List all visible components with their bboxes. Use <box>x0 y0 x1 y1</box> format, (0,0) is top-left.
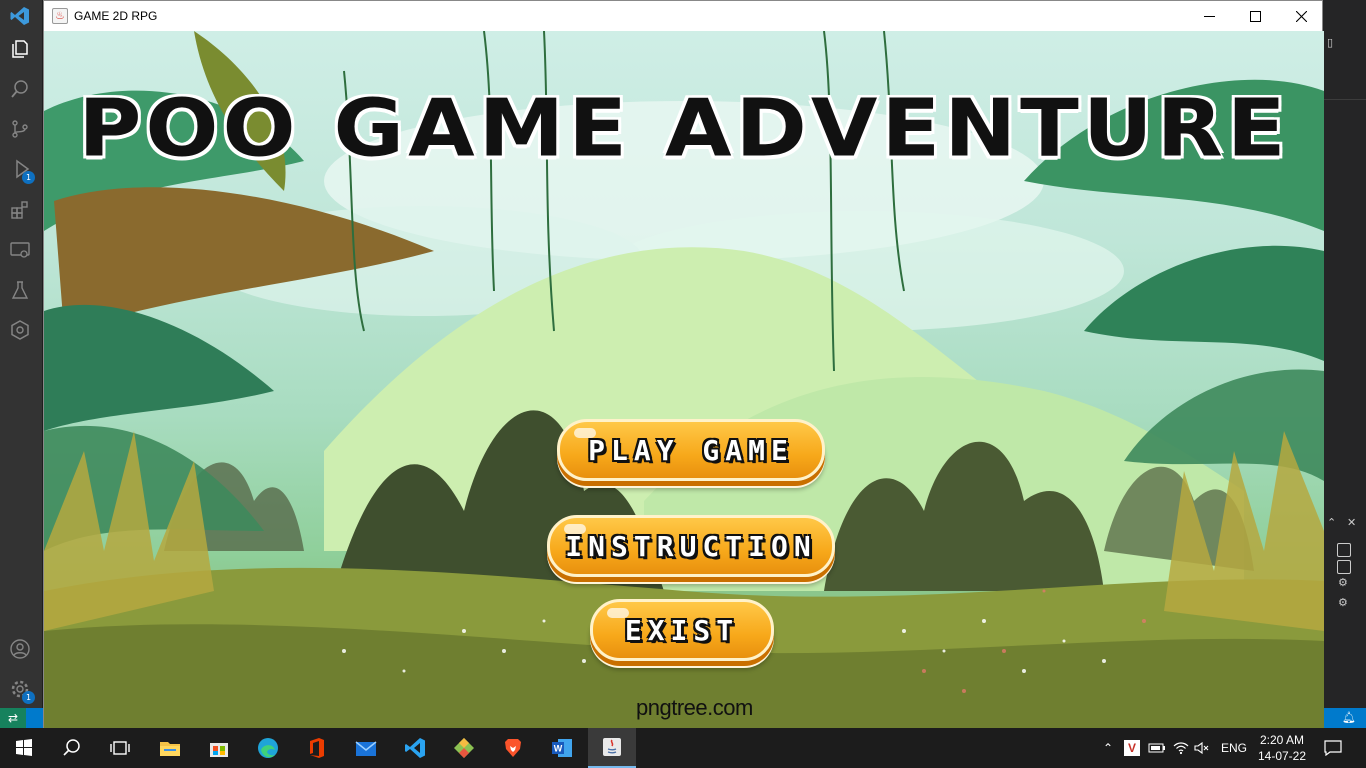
chevron-up-icon[interactable]: ⌃ <box>1327 516 1336 529</box>
exit-button[interactable]: EXIST <box>590 599 774 661</box>
edge-icon <box>258 738 278 758</box>
taskbar: W ⌃ V ENG 2:20 AM 14-07-22 <box>0 728 1366 768</box>
vscode-activity-bar: 1 1 <box>0 0 42 708</box>
play-game-label: PLAY GAME <box>588 433 794 467</box>
close-icon <box>1295 10 1307 22</box>
notifications-icon[interactable]: 🔔︎ <box>1342 711 1356 724</box>
task-view-icon <box>110 741 130 755</box>
store-icon <box>210 743 228 757</box>
system-tray: ⌃ <box>1100 728 1116 768</box>
battery-icon[interactable] <box>1148 728 1166 768</box>
run-debug-badge: 1 <box>22 171 35 184</box>
language-label: ENG <box>1221 741 1248 755</box>
game-menu-scene: POO GAME ADVENTURE PLAY GAME INSTRUCTION… <box>44 31 1324 729</box>
word-button[interactable]: W <box>538 728 586 768</box>
remote-indicator-icon[interactable]: ⇄ <box>0 708 26 728</box>
source-control-icon[interactable] <box>9 118 31 140</box>
wifi-icon[interactable] <box>1173 728 1189 768</box>
settings-icon[interactable]: 1 <box>9 678 35 704</box>
file-explorer-icon <box>160 742 180 756</box>
close-button[interactable] <box>1278 1 1324 31</box>
account-icon[interactable] <box>9 638 31 660</box>
brave-icon <box>505 739 521 757</box>
testing-icon[interactable] <box>9 279 31 301</box>
debug-console-icon[interactable]: ⚙ <box>1338 596 1348 609</box>
taskbar-clock[interactable]: 2:20 AM 14-07-22 <box>1256 732 1308 764</box>
show-hidden-icons[interactable]: ⌃ <box>1100 741 1116 755</box>
office-button[interactable] <box>293 728 341 768</box>
gitlens-icon[interactable] <box>9 319 31 341</box>
run-debug-icon[interactable]: 1 <box>9 158 35 184</box>
window-title: GAME 2D RPG <box>74 9 158 23</box>
maximize-icon <box>1249 10 1261 22</box>
git-icon <box>454 738 474 758</box>
debug-console-icon[interactable]: ⚙ <box>1338 576 1348 589</box>
game-title: POO GAME ADVENTURE <box>78 83 1290 175</box>
mail-button[interactable] <box>342 728 390 768</box>
clock-date: 14-07-22 <box>1257 749 1307 763</box>
store-button[interactable] <box>195 728 243 768</box>
vscode-button[interactable] <box>391 728 439 768</box>
settings-badge: 1 <box>22 691 35 704</box>
java-icon[interactable]: ♨ <box>52 8 68 24</box>
clock-time: 2:20 AM <box>1259 733 1305 747</box>
notifications-button[interactable] <box>1324 728 1342 768</box>
search-icon <box>63 739 80 756</box>
volume-muted-icon[interactable] <box>1194 728 1210 768</box>
terminal-entry-icon[interactable] <box>1337 560 1351 574</box>
vscode-logo-icon <box>10 6 30 25</box>
split-editor-icon[interactable]: ▯ <box>1327 36 1333 49</box>
file-explorer-button[interactable] <box>146 728 194 768</box>
vscode-side-panel: ▯ ⌃ ✕ ⚙ ⚙ <box>1323 0 1366 708</box>
panel-divider <box>1323 70 1366 100</box>
java-app-button[interactable] <box>588 728 636 768</box>
start-icon <box>16 739 32 756</box>
search-icon[interactable] <box>9 78 31 100</box>
panel-close-icon[interactable]: ✕ <box>1347 516 1356 529</box>
java-icon <box>603 738 621 756</box>
explorer-icon[interactable] <box>9 38 31 60</box>
watermark: pngtree.com <box>636 695 753 720</box>
instruction-label: INSTRUCTION <box>565 529 817 563</box>
git-client-button[interactable] <box>440 728 488 768</box>
task-view-button[interactable] <box>96 728 144 768</box>
edge-button[interactable] <box>244 728 292 768</box>
terminal-entry-icon[interactable] <box>1337 543 1351 557</box>
play-game-button[interactable]: PLAY GAME <box>557 419 825 481</box>
office-icon <box>310 738 324 758</box>
exit-label: EXIST <box>624 613 740 647</box>
remote-explorer-icon[interactable] <box>9 239 31 261</box>
game-window: ♨ GAME 2D RPG POO GAME ADVENTURE PLAY GA… <box>43 0 1324 729</box>
notification-center-icon <box>1324 740 1342 756</box>
language-indicator[interactable]: ENG <box>1221 728 1247 768</box>
vscode-icon <box>405 738 425 758</box>
extensions-icon[interactable] <box>9 199 31 221</box>
svg-text:W: W <box>554 744 563 754</box>
vivaldi-tray-icon: V <box>1124 740 1140 756</box>
maximize-button[interactable] <box>1232 1 1278 31</box>
minimize-icon <box>1203 15 1215 17</box>
window-titlebar[interactable]: ♨ GAME 2D RPG <box>44 1 1322 31</box>
tray-app-icon[interactable]: V <box>1124 728 1142 768</box>
brave-button[interactable] <box>489 728 537 768</box>
mail-icon <box>355 741 377 756</box>
instruction-button[interactable]: INSTRUCTION <box>547 515 835 577</box>
start-button[interactable] <box>0 728 48 768</box>
taskbar-search-button[interactable] <box>48 728 96 768</box>
word-icon: W <box>552 739 572 757</box>
minimize-button[interactable] <box>1186 1 1232 31</box>
